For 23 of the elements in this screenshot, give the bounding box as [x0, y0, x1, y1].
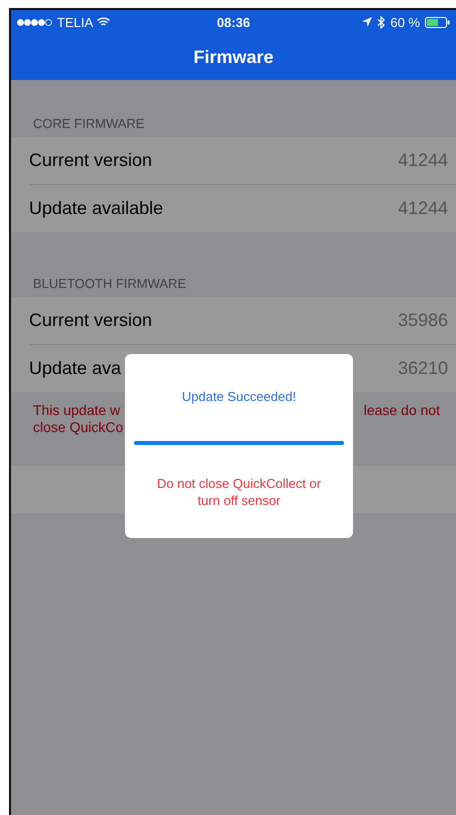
carrier-name: TELIA	[57, 14, 94, 30]
dialog-title: Update Succeeded!	[182, 389, 296, 404]
row-label: Current version	[29, 310, 152, 331]
wifi-icon	[97, 17, 110, 27]
clock-time: 08:36	[216, 14, 250, 30]
dialog-message: Do not close QuickCollect or turn off sensor	[156, 475, 322, 509]
section-header: CORE FIRMWARE	[32, 116, 146, 133]
battery-icon	[425, 16, 450, 28]
row-value: 35986	[398, 310, 448, 331]
row-label: Current version	[29, 150, 152, 171]
battery-percentage: 60 %	[390, 14, 420, 30]
row-value: 41244	[398, 198, 448, 219]
section-header: BLUETOOTH FIRMWARE	[32, 276, 188, 293]
location-icon	[362, 17, 372, 27]
signal-icon	[17, 18, 53, 26]
row-label: Update ava	[29, 358, 122, 379]
row-value: 36210	[398, 358, 448, 379]
row-value: 41244	[398, 150, 448, 171]
bluetooth-icon	[377, 16, 386, 28]
screen-title: Firmware	[193, 46, 274, 68]
row-label: Update available	[29, 198, 164, 219]
warning-text: This update w close QuickCo	[33, 402, 124, 436]
warning-text: lease do not	[364, 402, 440, 420]
